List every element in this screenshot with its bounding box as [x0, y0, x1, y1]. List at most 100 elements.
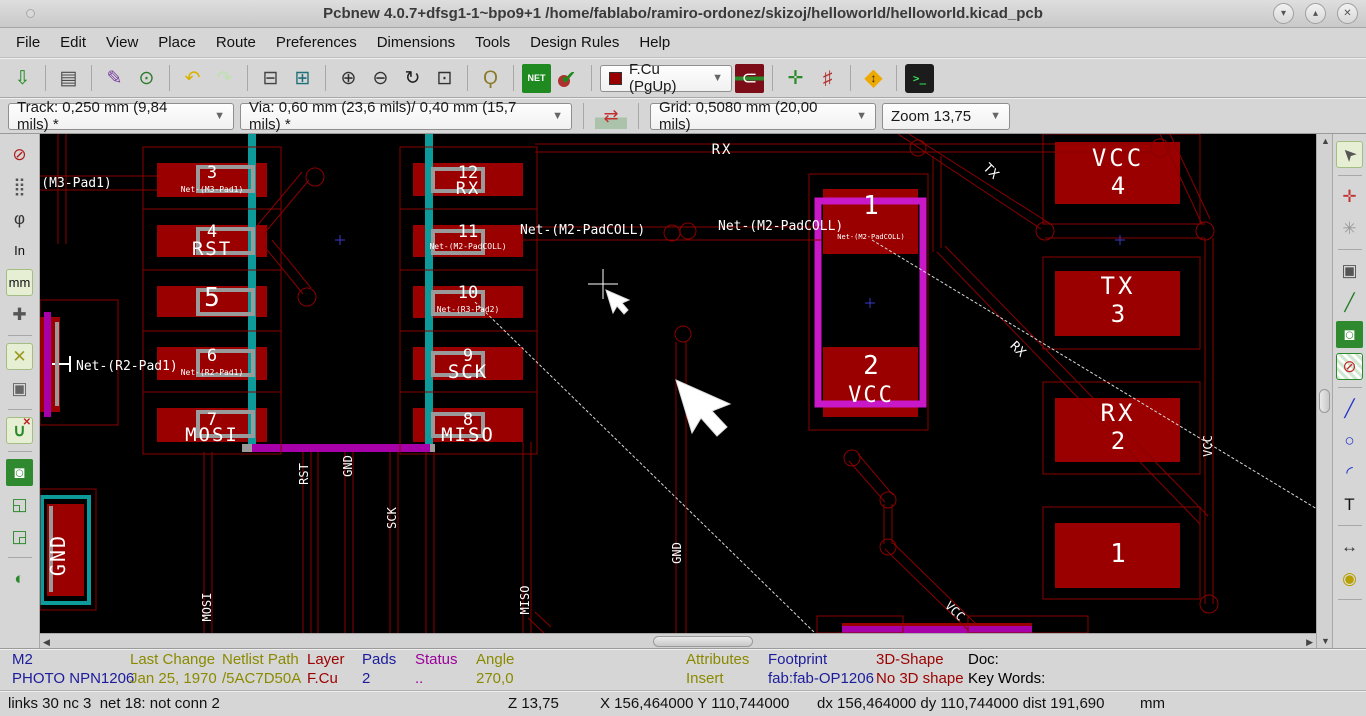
zoom-fit-icon[interactable]: ⊡: [430, 64, 459, 93]
add-graphic-line-icon[interactable]: ╱: [1336, 395, 1363, 422]
svg-text:6: 6: [207, 346, 217, 366]
plot-icon[interactable]: ⊞: [288, 64, 317, 93]
separator: [45, 65, 46, 91]
horizontal-scrollbar-thumb[interactable]: [653, 636, 753, 647]
scroll-left-icon[interactable]: ◀: [43, 637, 50, 648]
aux-toolbar: Track: 0,250 mm (9,84 mils) * ▼ Via: 0,6…: [0, 98, 1366, 134]
select-tool-icon: ➤: [1337, 142, 1362, 167]
add-circle-icon[interactable]: ○: [1336, 427, 1363, 454]
cursor-shape-icon[interactable]: ✚: [6, 301, 33, 328]
print-icon[interactable]: ⊟: [256, 64, 285, 93]
titlebar[interactable]: Pcbnew 4.0.7+dfsg1-1~bpo9+1 /home/fablab…: [0, 0, 1366, 28]
add-target-icon[interactable]: ◉: [1336, 565, 1363, 592]
add-module-icon: ▣: [1341, 261, 1358, 280]
separator: [513, 65, 514, 91]
add-track-icon[interactable]: ╱: [1336, 289, 1363, 316]
scroll-up-icon[interactable]: ▲: [1321, 136, 1330, 146]
scroll-right-icon[interactable]: ▶: [1306, 637, 1313, 648]
svg-text:2: 2: [863, 351, 879, 381]
track-width-select[interactable]: Track: 0,250 mm (9,84 mils) * ▼: [8, 99, 234, 133]
menu-tools[interactable]: Tools: [465, 30, 520, 55]
ratsnest-visibility-icon[interactable]: ✕: [6, 343, 33, 370]
add-zone-icon[interactable]: ◙: [1336, 321, 1363, 348]
menu-edit[interactable]: Edit: [50, 30, 96, 55]
pcb-canvas[interactable]: 3 Net-(M3-Pad1) 4 RST 5 6 Net-(R2-Pad1) 7 MOSI 12…: [40, 134, 1316, 633]
grid-size-select[interactable]: Grid: 0,5080 mm (20,00 mils) ▼: [650, 99, 876, 133]
add-arc-icon[interactable]: ◜: [1336, 459, 1363, 486]
auto-track-width-icon[interactable]: ⇄: [595, 103, 627, 129]
menu-help[interactable]: Help: [629, 30, 680, 55]
menu-file[interactable]: File: [6, 30, 50, 55]
module-mode-icon[interactable]: ✛: [781, 64, 810, 93]
via-size-select[interactable]: Via: 0,60 mm (23,6 mils)/ 0,40 mm (15,7 …: [240, 99, 572, 133]
zoom-select[interactable]: Zoom 13,75 ▼: [882, 102, 1010, 130]
high-contrast-icon[interactable]: ◐: [6, 565, 33, 592]
svg-text:MOSI: MOSI: [185, 424, 239, 446]
left-options-toolbar: ⊘ ⣿ φ In mm ✚ ✕ ▣ ∪ ◙ ◱ ◲ ◐: [0, 134, 40, 648]
svg-text:SCK: SCK: [448, 361, 488, 383]
maximize-button[interactable]: ▴: [1305, 3, 1326, 24]
undo-icon[interactable]: ↶: [178, 64, 207, 93]
zoom-out-icon: ⊖: [372, 67, 389, 89]
netlist-icon[interactable]: NET: [522, 63, 551, 93]
horizontal-scrollbar[interactable]: ◀ ▶: [40, 633, 1316, 648]
module-ratsnest-icon[interactable]: ▣: [6, 375, 33, 402]
select-tool-icon[interactable]: ➤: [1336, 141, 1363, 168]
add-module-icon[interactable]: ▣: [1336, 257, 1363, 284]
add-circle-icon: ○: [1344, 431, 1355, 450]
highlight-net-icon[interactable]: ✛: [1336, 183, 1363, 210]
auto-delete-track-icon[interactable]: ∪: [6, 417, 33, 444]
separator: [7, 557, 32, 558]
units-inch-icon[interactable]: In: [6, 237, 33, 264]
menu-route[interactable]: Route: [206, 30, 266, 55]
page-settings-icon[interactable]: ▤: [54, 64, 83, 93]
vertical-scrollbar[interactable]: ▲ ▼: [1316, 134, 1332, 648]
svg-text:VCC: VCC: [1201, 435, 1215, 457]
python-console-icon[interactable]: >_: [905, 63, 934, 93]
redo-icon[interactable]: ↷: [210, 64, 239, 93]
menu-preferences[interactable]: Preferences: [266, 30, 367, 55]
zones-sketch-icon[interactable]: ◲: [6, 523, 33, 550]
track-mode-icon[interactable]: ♯: [813, 64, 842, 93]
polar-coords-icon[interactable]: φ: [6, 205, 33, 232]
units-mm-icon[interactable]: mm: [6, 269, 33, 296]
grid-visibility-icon[interactable]: ⣿: [6, 173, 33, 200]
zones-filled-icon: ◙: [14, 463, 25, 482]
module-editor-icon[interactable]: ✎: [100, 64, 129, 93]
chevron-down-icon: ▼: [214, 110, 225, 122]
local-ratsnest-icon[interactable]: ✳: [1336, 215, 1363, 242]
add-text-icon[interactable]: T: [1336, 491, 1363, 518]
add-arc-icon: ◜: [1346, 463, 1353, 482]
fast-access-icon[interactable]: ◆: [859, 64, 888, 93]
module-browser-icon[interactable]: ⊙: [132, 64, 161, 93]
drc-icon[interactable]: ✔: [554, 64, 583, 93]
menu-dimensions[interactable]: Dimensions: [367, 30, 465, 55]
zoom-in-icon[interactable]: ⊕: [334, 64, 363, 93]
separator: [1337, 599, 1362, 600]
add-dimension-icon[interactable]: ↔: [1336, 533, 1363, 560]
separator: [7, 335, 32, 336]
drc-off-icon[interactable]: ⊘: [6, 141, 33, 168]
zoom-redraw-icon[interactable]: ↻: [398, 64, 427, 93]
add-keepout-icon[interactable]: ⊘: [1336, 353, 1363, 380]
layer-select[interactable]: F.Cu (PgUp) ▼: [600, 61, 732, 95]
layer-pair-icon[interactable]: ⊂: [735, 63, 764, 93]
minimize-button[interactable]: ▾: [1273, 3, 1294, 24]
separator: [247, 65, 248, 91]
info-label-m2: M2: [12, 651, 33, 668]
svg-text:Net-(M3-Pad1): Net-(M3-Pad1): [181, 185, 244, 194]
zones-filled-icon[interactable]: ◙: [6, 459, 33, 486]
close-button[interactable]: ✕: [1337, 3, 1358, 24]
menu-place[interactable]: Place: [148, 30, 206, 55]
vertical-scrollbar-thumb[interactable]: [1319, 389, 1330, 413]
save-board-icon[interactable]: ⇩: [8, 64, 37, 93]
menu-design-rules[interactable]: Design Rules: [520, 30, 629, 55]
add-target-icon: ◉: [1342, 569, 1357, 588]
svg-text:MOSI: MOSI: [200, 593, 214, 622]
zones-outline-icon[interactable]: ◱: [6, 491, 33, 518]
menu-view[interactable]: View: [96, 30, 148, 55]
zoom-out-icon[interactable]: ⊖: [366, 64, 395, 93]
scroll-down-icon[interactable]: ▼: [1321, 636, 1330, 646]
window-menu-icon[interactable]: [26, 9, 35, 18]
find-icon[interactable]: Ϙ: [476, 64, 505, 93]
